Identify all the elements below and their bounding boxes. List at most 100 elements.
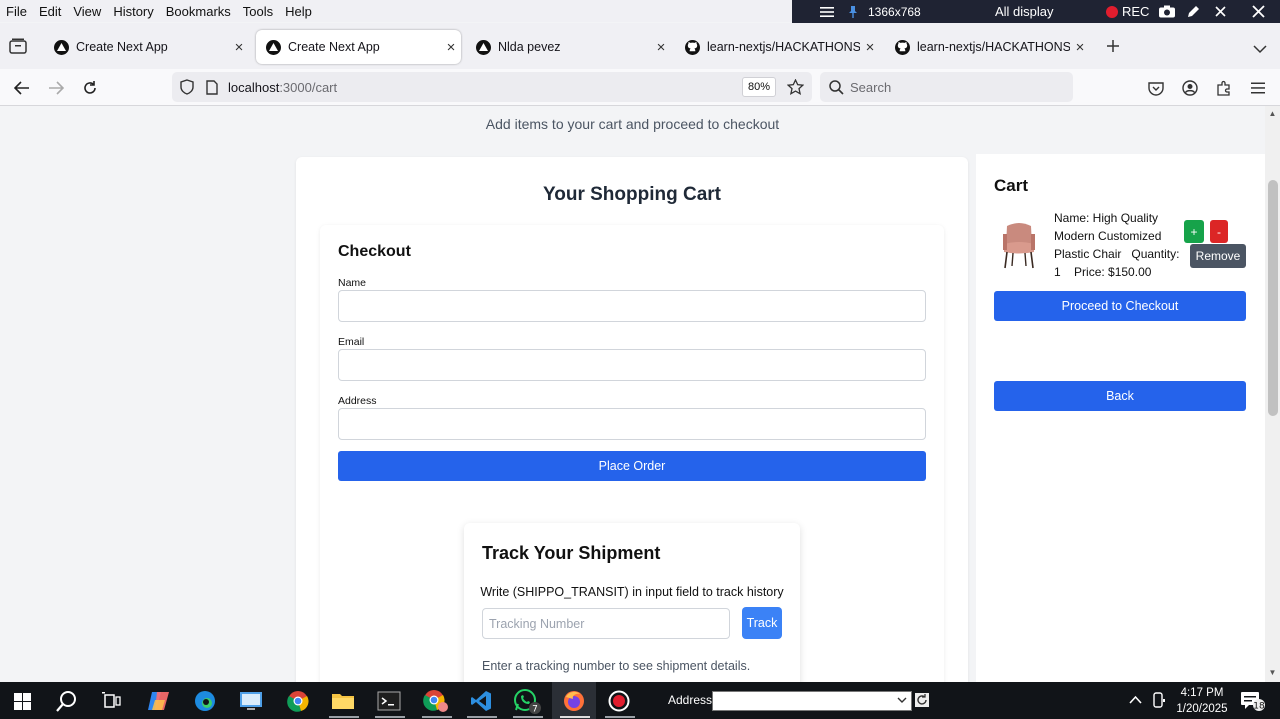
name-field[interactable] (338, 290, 926, 322)
reload-icon[interactable] (78, 76, 102, 100)
remote-desktop-icon[interactable] (236, 686, 266, 716)
search-bar[interactable]: Search (820, 72, 1073, 102)
scrollbar-thumb[interactable] (1268, 180, 1278, 416)
zoom-level-badge[interactable]: 80% (741, 77, 776, 97)
tab-title: Nlda pevez (498, 40, 561, 54)
terminal-icon[interactable] (374, 686, 404, 716)
remove-item-button[interactable]: - (1210, 220, 1228, 243)
github-icon (895, 39, 910, 55)
whatsapp-icon[interactable]: 7 (512, 686, 542, 716)
track-shipment-card: Track Your Shipment Write (SHIPPO_TRANSI… (464, 523, 800, 682)
tab-overview-icon[interactable] (9, 38, 27, 59)
scroll-down-icon[interactable]: ▼ (1268, 668, 1277, 677)
recorder-display-select[interactable]: All display (995, 0, 1054, 23)
vscode-icon[interactable] (466, 686, 496, 716)
star-bookmark-icon[interactable] (787, 79, 804, 95)
menu-help[interactable]: Help (279, 4, 318, 19)
tab-github-2[interactable]: learn-nextjs/HACKATHONS/Ma × (885, 30, 1090, 64)
windows-start-icon[interactable] (7, 686, 37, 716)
pin-icon[interactable] (847, 0, 859, 23)
menu-file[interactable]: File (0, 4, 33, 19)
close-icon[interactable]: × (651, 39, 671, 56)
track-title: Track Your Shipment (482, 543, 661, 563)
firefox-icon[interactable] (559, 686, 589, 716)
chevron-down-icon[interactable] (897, 695, 907, 705)
url-path: :3000/cart (279, 79, 338, 95)
account-icon[interactable] (1178, 76, 1202, 100)
tab-create-next-app-1[interactable]: Create Next App × (44, 30, 249, 64)
shield-icon[interactable] (180, 79, 194, 95)
new-tab-plus-icon[interactable] (1106, 39, 1120, 58)
menu-view[interactable]: View (67, 4, 107, 19)
menu-history[interactable]: History (107, 4, 159, 19)
tab-title: Create Next App (288, 40, 380, 54)
extensions-icon[interactable] (1212, 76, 1236, 100)
page-content: Add items to your cart and proceed to ch… (0, 106, 1265, 682)
close-icon[interactable] (1252, 0, 1265, 23)
increase-quantity-button[interactable]: + (1184, 220, 1204, 243)
close-icon[interactable]: × (1070, 39, 1090, 56)
chevron-down-icon[interactable] (1253, 41, 1267, 59)
tracking-number-input[interactable]: Tracking Number (482, 608, 730, 639)
nextjs-icon (54, 39, 69, 55)
proceed-to-checkout-button[interactable]: Proceed to Checkout (994, 291, 1246, 321)
refresh-icon[interactable] (915, 693, 929, 707)
address-field[interactable] (338, 408, 926, 440)
back-arrow-icon[interactable] (10, 76, 34, 100)
close-icon[interactable]: × (441, 39, 461, 56)
copilot-icon[interactable] (144, 686, 174, 716)
page-icon[interactable] (206, 79, 218, 95)
open-app-indicator (422, 716, 452, 718)
place-order-button[interactable]: Place Order (338, 451, 926, 481)
close-icon[interactable] (1215, 0, 1226, 23)
back-button[interactable]: Back (994, 381, 1246, 411)
cart-sidebar: Cart Name: High Quality Modern Customize… (976, 154, 1265, 682)
nextjs-icon (476, 39, 491, 55)
camera-icon[interactable] (1159, 0, 1175, 23)
forward-arrow-icon[interactable] (44, 76, 68, 100)
tab-title: learn-nextjs/HACKATHONS/Ma (707, 40, 860, 54)
taskbar-clock[interactable]: 4:17 PM 1/20/2025 (1174, 685, 1230, 717)
url-bar[interactable]: localhost:3000/cart 80% (172, 72, 812, 102)
cart-item-details: Name: High Quality Modern Customized Pla… (1054, 209, 1190, 281)
chrome-profile-icon[interactable] (421, 686, 451, 716)
clock-time: 4:17 PM (1180, 687, 1224, 699)
app-menu-icon[interactable] (1246, 76, 1270, 100)
screen-recorder-icon[interactable] (604, 686, 634, 716)
edge-browser-icon[interactable] (190, 686, 220, 716)
notification-icon[interactable]: 18 (1240, 690, 1266, 712)
name-label: Name (338, 277, 367, 289)
recorder-rec-button[interactable]: REC (1122, 0, 1149, 23)
scroll-up-icon[interactable]: ▲ (1268, 109, 1277, 118)
open-app-indicator (329, 716, 359, 718)
cart-item-price: Price: $150.00 (1074, 265, 1152, 279)
open-app-indicator (560, 716, 590, 718)
hamburger-icon[interactable] (820, 0, 834, 23)
menu-bookmarks[interactable]: Bookmarks (160, 4, 237, 19)
close-icon[interactable]: × (860, 39, 880, 56)
chrome-icon[interactable] (283, 686, 313, 716)
rec-dot-icon (1106, 0, 1118, 23)
task-view-icon[interactable] (97, 686, 127, 716)
page-scrollbar[interactable]: ▲ ▼ (1265, 106, 1280, 682)
address-toolbar-input[interactable] (712, 691, 912, 711)
close-icon[interactable]: × (229, 39, 249, 56)
pencil-icon[interactable] (1186, 0, 1200, 23)
tab-title: Create Next App (76, 40, 168, 54)
network-icon[interactable] (1152, 692, 1166, 708)
windows-taskbar: 7 Address 4:17 PM 1/20/2025 18 (0, 682, 1280, 719)
chevron-up-icon[interactable] (1129, 695, 1142, 704)
pocket-icon[interactable] (1144, 76, 1168, 100)
menu-edit[interactable]: Edit (33, 4, 67, 19)
tab-github-1[interactable]: learn-nextjs/HACKATHONS/Ma × (675, 30, 880, 64)
open-app-indicator (605, 716, 635, 718)
file-explorer-icon[interactable] (328, 686, 358, 716)
menu-tools[interactable]: Tools (237, 4, 279, 19)
tab-create-next-app-2[interactable]: Create Next App × (256, 30, 461, 64)
track-hint: Write (SHIPPO_TRANSIT) in input field to… (480, 585, 784, 599)
tab-nlda-pevez[interactable]: Nlda pevez × (466, 30, 671, 64)
search-icon[interactable] (52, 686, 82, 716)
track-button[interactable]: Track (742, 607, 782, 639)
tab-strip: Create Next App × Create Next App × Nlda… (0, 23, 1280, 69)
email-field[interactable] (338, 349, 926, 381)
